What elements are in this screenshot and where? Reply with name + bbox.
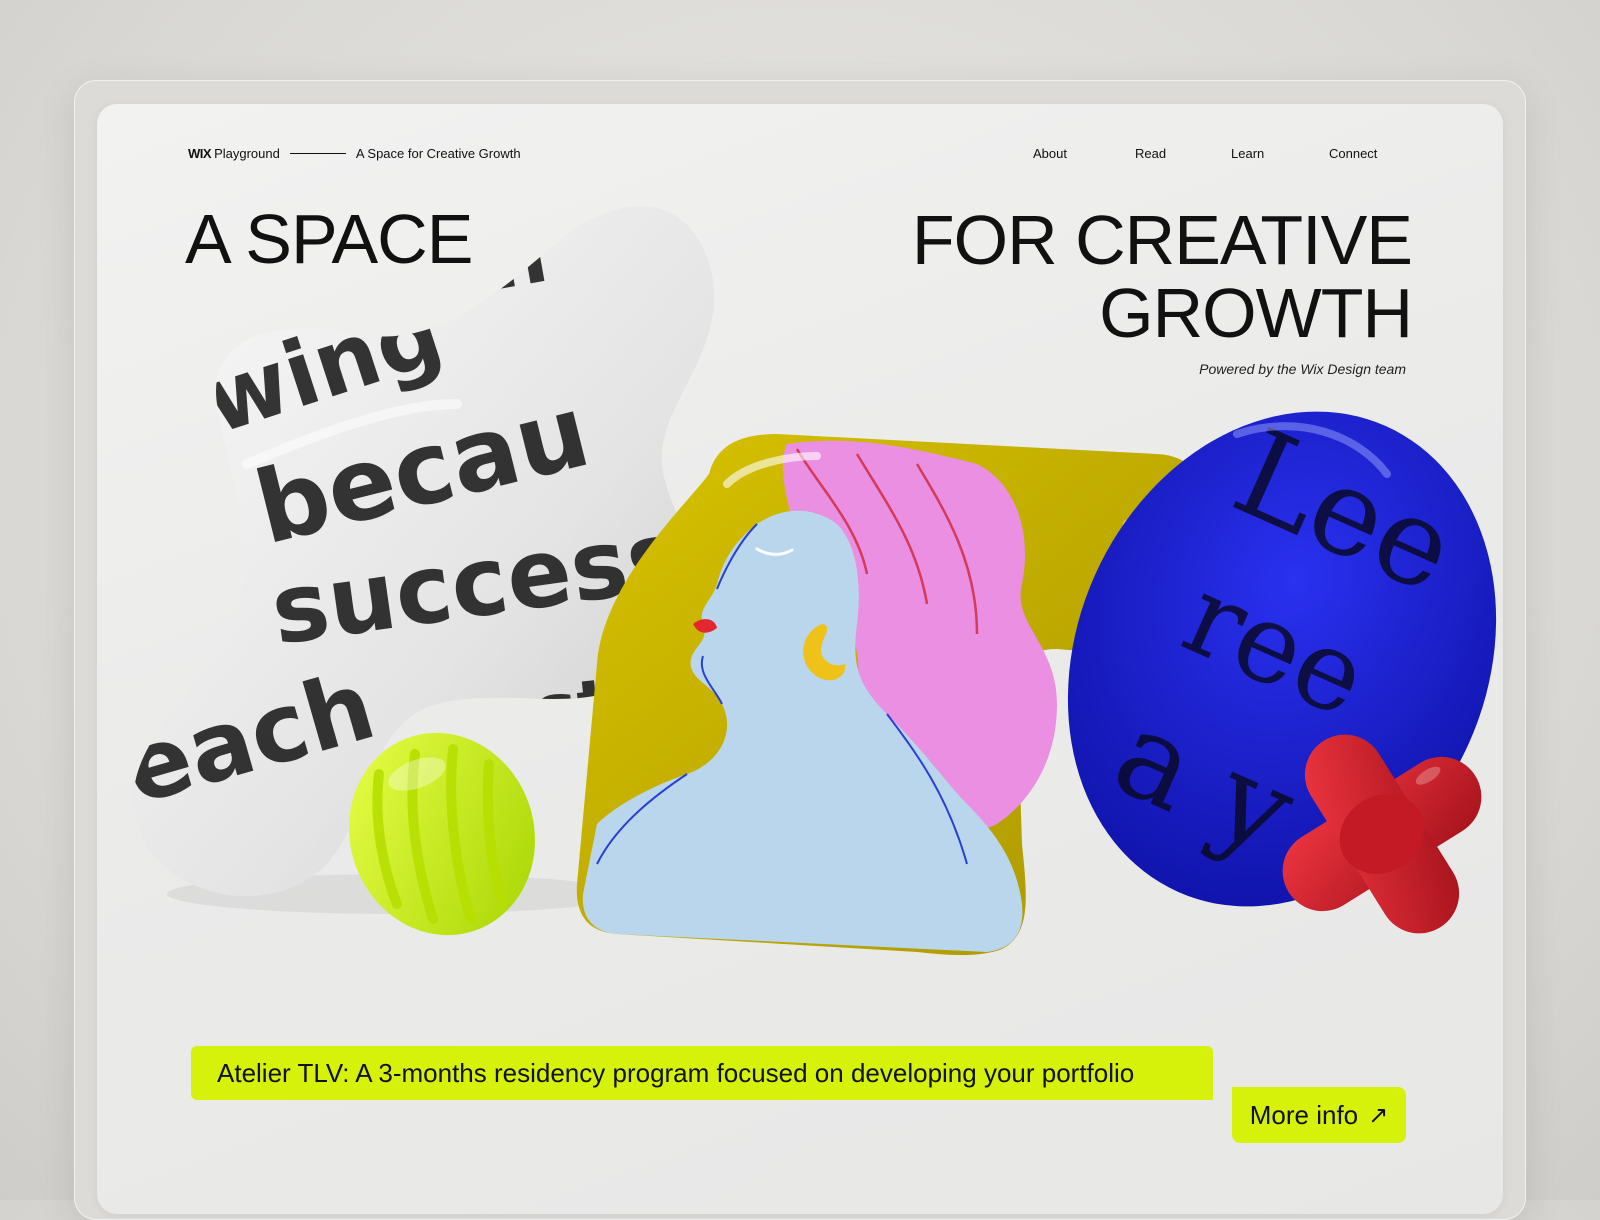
hero-title-right-line2: GROWTH — [1099, 273, 1413, 352]
more-info-label: More info — [1249, 1099, 1359, 1130]
hero-title-right: FOR CREATIVE GROWTH — [911, 201, 1413, 352]
hero-subtitle: Powered by the Wix Design team — [1199, 361, 1406, 377]
hero-title-left: A SPACE — [185, 200, 473, 278]
arrow-up-right-icon: ↗ — [1368, 1101, 1389, 1129]
announcement-banner[interactable]: Atelier TLV: A 3-months residency progra… — [191, 1046, 1213, 1100]
more-info-button[interactable]: More info ↗ — [1232, 1087, 1406, 1143]
page-card: WIX Playground A Space for Creative Grow… — [97, 104, 1503, 1214]
hero-title-right-line1: FOR CREATIVE — [911, 201, 1413, 279]
